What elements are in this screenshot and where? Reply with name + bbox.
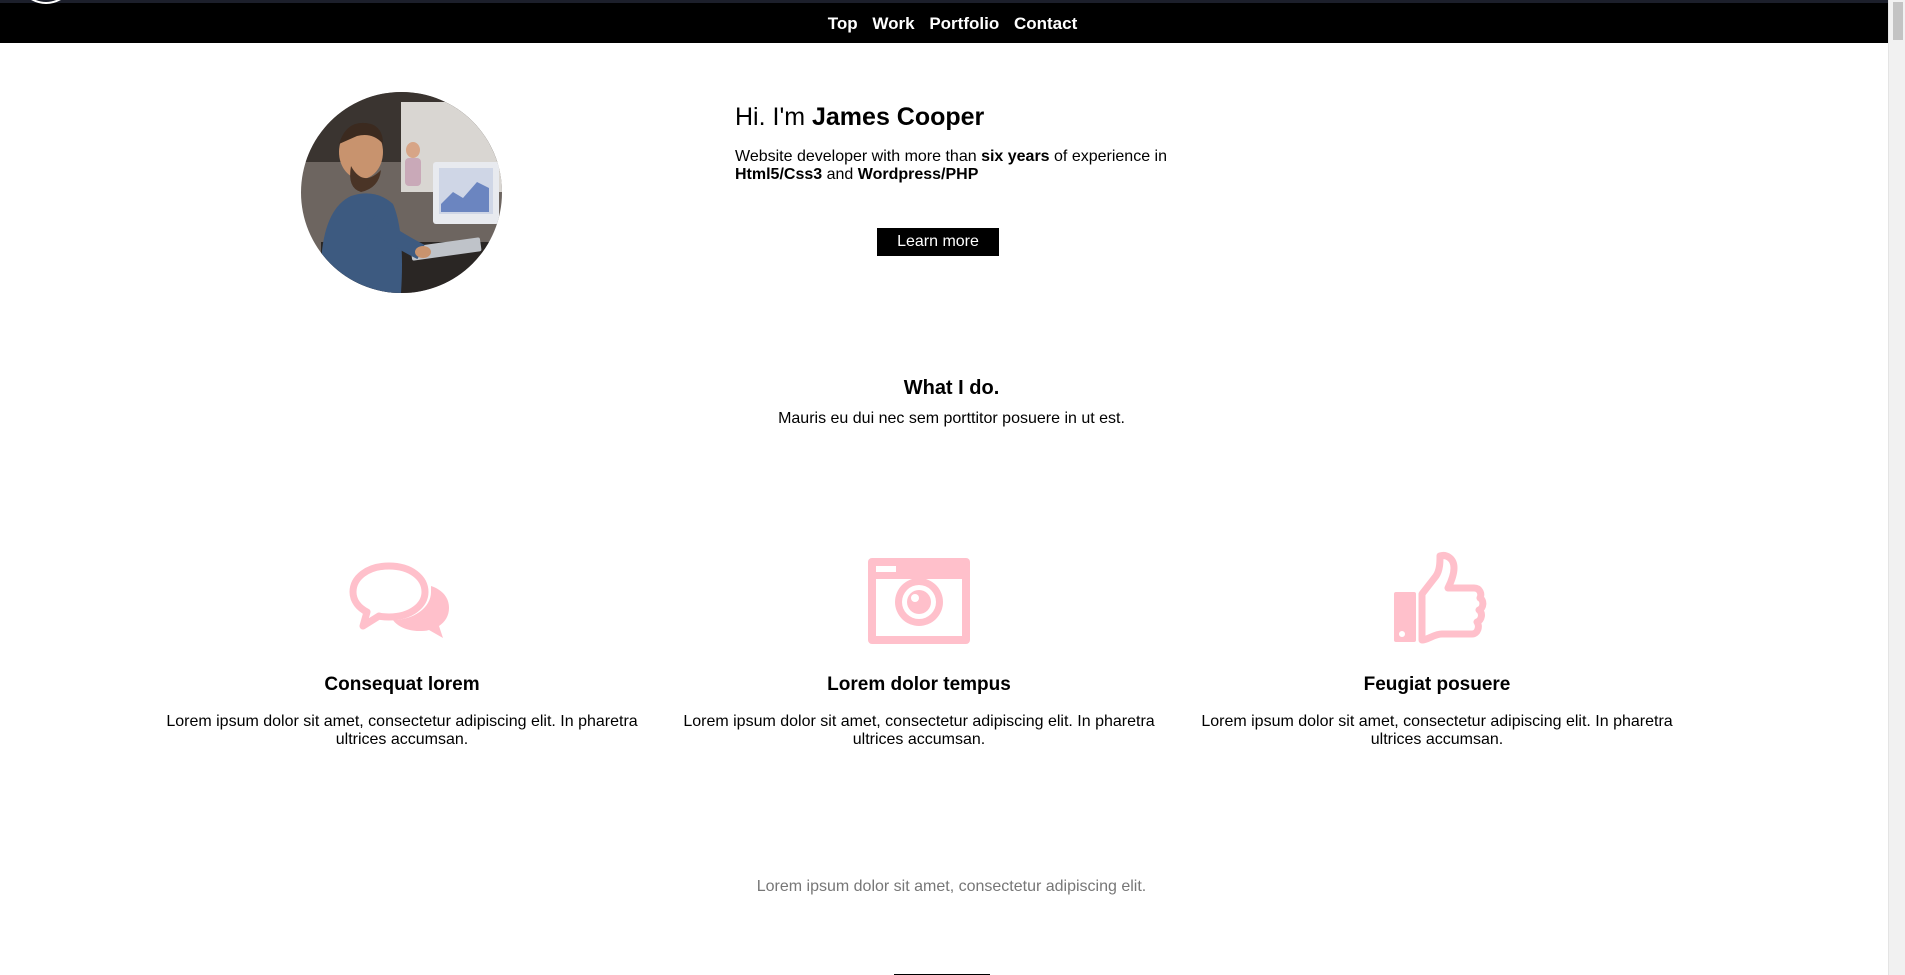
hero-greeting: Hi. I'm: [735, 103, 812, 131]
feature-title: Lorem dolor tempus: [827, 674, 1011, 695]
feature-title: Consequat lorem: [324, 674, 480, 695]
hero-desc-part-1: Website developer with more than: [735, 148, 982, 165]
vertical-scrollbar[interactable]: [1888, 0, 1905, 975]
hero-text: Hi. I'm James Cooper Website developer w…: [735, 102, 1195, 184]
feature-card: Feugiat posuere Lorem ipsum dolor sit am…: [1197, 550, 1677, 749]
hero-desc-part-3: and: [822, 166, 858, 183]
feature-card: Lorem dolor tempus Lorem ipsum dolor sit…: [679, 550, 1159, 749]
feature-text: Lorem ipsum dolor sit amet, consectetur …: [683, 713, 1155, 748]
hero-desc-bold-1: six years: [981, 148, 1050, 165]
profile-photo-illustration: [301, 92, 502, 293]
feature-card: Consequat lorem Lorem ipsum dolor sit am…: [162, 550, 642, 749]
nav-link-top[interactable]: Top: [828, 14, 858, 33]
nav-link-contact[interactable]: Contact: [1014, 14, 1077, 33]
scrollbar-thumb[interactable]: [1893, 2, 1903, 40]
hero-desc-bold-3: Wordpress/PHP: [857, 166, 979, 183]
hero-name: James Cooper: [812, 103, 985, 131]
top-navbar: Top Work Portfolio Contact: [0, 0, 1905, 43]
hero-desc-bold-2: Html5/Css3: [735, 166, 823, 183]
feature-text: Lorem ipsum dolor sit amet, consectetur …: [1201, 713, 1673, 748]
hero-desc-part-2: of experience in: [1049, 148, 1167, 165]
feature-text: Lorem ipsum dolor sit amet, consectetur …: [166, 713, 638, 748]
nav-link-work[interactable]: Work: [872, 14, 914, 33]
profile-photo: [301, 92, 502, 293]
section-title: What I do.: [903, 377, 1000, 399]
section-subtitle: Mauris eu dui nec sem porttitor posuere …: [778, 410, 1125, 427]
hero-title: Hi. I'm James Cooper: [735, 102, 1195, 132]
thumbs-up-icon: [1394, 552, 1487, 644]
footer-text: Lorem ipsum dolor sit amet, consectetur …: [756, 878, 1147, 895]
logo-icon[interactable]: [26, 0, 66, 7]
learn-more-button[interactable]: Learn more: [877, 228, 999, 256]
feature-title: Feugiat posuere: [1363, 674, 1511, 695]
chat-bubbles-icon: [349, 562, 449, 638]
nav-link-portfolio[interactable]: Portfolio: [929, 14, 999, 33]
hero-description: Website developer with more than six yea…: [735, 148, 1195, 184]
page: Top Work Portfolio Contact Hi. I'm James…: [0, 0, 1905, 975]
nav-links: Top Work Portfolio Contact: [0, 14, 1905, 34]
camera-icon: [868, 558, 970, 644]
